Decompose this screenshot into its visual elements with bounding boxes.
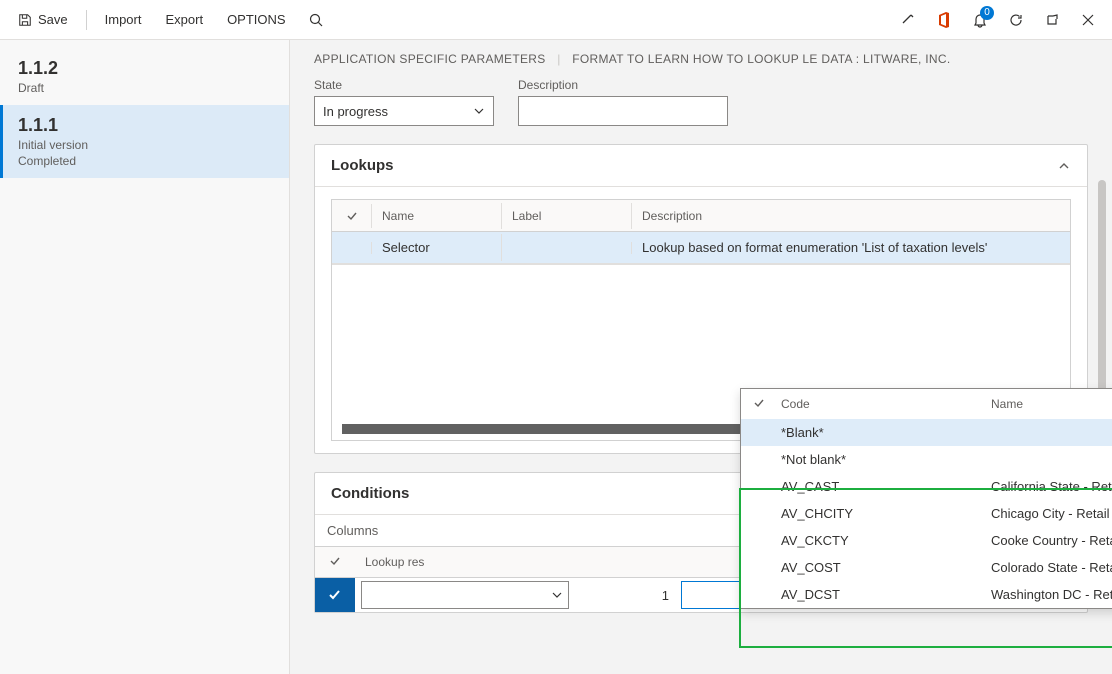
check-column[interactable] xyxy=(315,547,355,577)
popup-row-avchcity[interactable]: AV_CHCITY Chicago City - Retail Prod xyxy=(741,500,1112,527)
check-column[interactable] xyxy=(332,204,372,228)
popout-button[interactable] xyxy=(1036,4,1068,36)
lookup-result-dropdown[interactable] xyxy=(361,581,569,609)
popup-name-header[interactable]: Name xyxy=(991,397,1112,411)
top-toolbar: Save Import Export OPTIONS 0 xyxy=(0,0,1112,40)
version-sub2: Completed xyxy=(18,154,271,168)
options-button[interactable]: OPTIONS xyxy=(217,6,296,33)
fields-row: State In progress Description xyxy=(314,78,1088,126)
notification-badge: 0 xyxy=(980,6,994,20)
content-area: APPLICATION SPECIFIC PARAMETERS | FORMAT… xyxy=(290,40,1112,674)
popup-row-blank[interactable]: *Blank* xyxy=(741,419,1112,446)
refresh-button[interactable] xyxy=(1000,4,1032,36)
export-button[interactable]: Export xyxy=(155,6,213,33)
row-selected-check[interactable] xyxy=(315,578,355,612)
refresh-icon xyxy=(1008,12,1024,28)
breadcrumb-left: APPLICATION SPECIFIC PARAMETERS xyxy=(314,52,546,66)
name-column-header[interactable]: Name xyxy=(372,203,502,229)
version-title: 1.1.2 xyxy=(18,58,271,79)
popup-header: Code Name xyxy=(741,389,1112,419)
lookups-grid-header: Name Label Description xyxy=(332,200,1070,232)
chevron-down-icon xyxy=(473,105,485,117)
popup-row-avdcst[interactable]: AV_DCST Washington DC - Retail Prod xyxy=(741,581,1112,608)
breadcrumb-right: FORMAT TO LEARN HOW TO LOOKUP LE DATA : … xyxy=(572,52,950,66)
conditions-title: Conditions xyxy=(331,485,409,502)
save-button[interactable]: Save xyxy=(8,6,78,33)
description-label: Description xyxy=(518,78,728,92)
popup-check-col[interactable] xyxy=(753,397,781,411)
chevron-up-icon xyxy=(1057,159,1071,173)
state-value: In progress xyxy=(323,104,388,119)
close-button[interactable] xyxy=(1072,4,1104,36)
popup-code-header[interactable]: Code xyxy=(781,397,991,411)
row-check[interactable] xyxy=(332,242,372,254)
popup-row-avcost[interactable]: AV_COST Colorado State - Retail Prod xyxy=(741,554,1112,581)
import-label: Import xyxy=(105,12,142,27)
row-desc: Lookup based on format enumeration 'List… xyxy=(632,234,1070,261)
lookups-row[interactable]: Selector Lookup based on format enumerat… xyxy=(332,232,1070,264)
state-label: State xyxy=(314,78,494,92)
line-cell: 1 xyxy=(575,578,675,612)
version-item-111[interactable]: 1.1.1 Initial version Completed xyxy=(0,105,289,178)
lookups-header[interactable]: Lookups xyxy=(315,145,1087,187)
popout-icon xyxy=(1044,12,1060,28)
version-sub1: Initial version xyxy=(18,138,271,152)
toolbar-divider xyxy=(86,10,87,30)
popup-row-notblank[interactable]: *Not blank* xyxy=(741,446,1112,473)
line-column[interactable] xyxy=(575,547,675,577)
state-field: State In progress xyxy=(314,78,494,126)
options-label: OPTIONS xyxy=(227,12,286,27)
description-field: Description xyxy=(518,78,728,126)
breadcrumb-sep: | xyxy=(557,52,560,66)
version-item-112[interactable]: 1.1.2 Draft xyxy=(0,48,289,105)
popup-row-avckcty[interactable]: AV_CKCTY Cooke Country - Retail Prod xyxy=(741,527,1112,554)
code-dropdown-popup: Code Name *Blank* *Not blank* AV_CAST Ca… xyxy=(740,388,1112,609)
save-label: Save xyxy=(38,12,68,27)
row-label xyxy=(502,242,632,254)
row-name: Selector xyxy=(372,234,502,261)
save-icon xyxy=(18,13,32,27)
lookups-title: Lookups xyxy=(331,157,394,174)
search-icon xyxy=(308,12,324,28)
version-sidebar: 1.1.2 Draft 1.1.1 Initial version Comple… xyxy=(0,40,290,674)
close-icon xyxy=(1081,13,1095,27)
popup-row-avcast[interactable]: AV_CAST California State - Retail Prod xyxy=(741,473,1112,500)
office-icon xyxy=(937,12,951,28)
version-title: 1.1.1 xyxy=(18,115,271,136)
import-button[interactable]: Import xyxy=(95,6,152,33)
export-label: Export xyxy=(165,12,203,27)
desc-column-header[interactable]: Description xyxy=(632,203,1070,229)
columns-button[interactable]: Columns xyxy=(327,523,378,538)
description-input[interactable] xyxy=(518,96,728,126)
breadcrumb: APPLICATION SPECIFIC PARAMETERS | FORMAT… xyxy=(314,52,1088,66)
main-area: 1.1.2 Draft 1.1.1 Initial version Comple… xyxy=(0,40,1112,674)
search-button[interactable] xyxy=(300,4,332,36)
notifications-button[interactable]: 0 xyxy=(964,4,996,36)
link-button[interactable] xyxy=(892,4,924,36)
lookup-result-cell[interactable] xyxy=(355,578,575,612)
office-button[interactable] xyxy=(928,4,960,36)
state-select[interactable]: In progress xyxy=(314,96,494,126)
link-icon xyxy=(900,12,916,28)
lookup-result-column[interactable]: Lookup res xyxy=(355,547,575,577)
version-sub1: Draft xyxy=(18,81,271,95)
label-column-header[interactable]: Label xyxy=(502,203,632,229)
